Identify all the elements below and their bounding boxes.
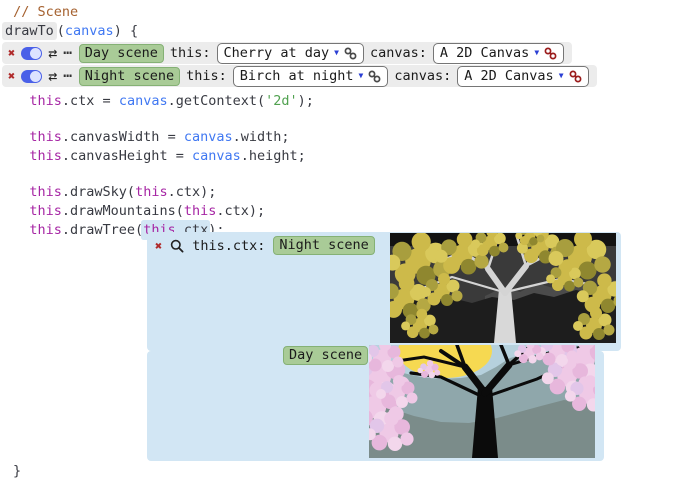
this-binding-dropdown[interactable]: Birch at night ▼: [233, 66, 389, 87]
remove-example-icon[interactable]: ✖: [8, 47, 15, 59]
code-token: canvas: [192, 148, 241, 164]
code-blank-line: [5, 166, 314, 183]
toggle-knob: [30, 48, 41, 59]
code-token: .getContext(: [168, 93, 266, 109]
probe-expression: this.ctx:: [192, 238, 265, 254]
dropdown-value: A 2D Canvas: [464, 68, 553, 84]
probe-result-badge-night[interactable]: Night scene: [273, 236, 374, 255]
probe-result-badge-day[interactable]: Day scene: [283, 346, 368, 365]
code-token: this: [184, 203, 217, 219]
code-block-top: // Scene drawTo(canvas) {: [5, 3, 138, 41]
canvas-binding-dropdown[interactable]: A 2D Canvas ▼: [433, 43, 564, 64]
this-label: this:: [170, 45, 211, 61]
canvas-label: canvas:: [394, 68, 451, 84]
remove-example-icon[interactable]: ✖: [8, 70, 15, 82]
link-icon: [344, 47, 357, 60]
code-token: [5, 148, 29, 164]
code-token: this: [29, 93, 62, 109]
code-token: drawTo: [2, 22, 57, 40]
chevron-down-icon: ▼: [334, 49, 339, 57]
swap-arrows-icon[interactable]: ⇄: [48, 46, 57, 61]
code-token: // Scene: [5, 4, 78, 20]
link-icon: [544, 47, 557, 60]
night-scene-canvas: [390, 233, 616, 343]
link-icon: [368, 70, 381, 83]
code-token: this: [29, 203, 62, 219]
code-token: .ctx);: [216, 203, 265, 219]
dropdown-value: Cherry at day: [224, 45, 330, 61]
code-token: this: [29, 184, 62, 200]
example-name-badge[interactable]: Night scene: [79, 67, 180, 86]
code-token: this: [29, 222, 62, 238]
code-line: drawTo(canvas) {: [5, 22, 138, 41]
code-line: this.drawMountains(this.ctx);: [5, 202, 314, 221]
code-token: .ctx =: [62, 93, 119, 109]
code-token: [5, 222, 29, 238]
code-token: this: [29, 129, 62, 145]
probe-panel-day: Day scene: [147, 351, 604, 461]
swap-arrows-icon[interactable]: ⇄: [48, 69, 57, 84]
link-icon: [569, 70, 582, 83]
code-token: [5, 93, 29, 109]
day-scene-canvas: [369, 345, 595, 458]
code-token: );: [298, 93, 314, 109]
this-label: this:: [186, 68, 227, 84]
chevron-down-icon: ▼: [359, 72, 364, 80]
code-token: .drawSky(: [62, 184, 135, 200]
toggle-example-switch[interactable]: [21, 47, 42, 60]
code-block-body: this.ctx = canvas.getContext('2d'); this…: [5, 92, 314, 240]
this-binding-dropdown[interactable]: Cherry at day ▼: [217, 43, 365, 64]
chevron-down-icon: ▼: [534, 49, 539, 57]
example-name-badge[interactable]: Day scene: [79, 44, 164, 63]
dropdown-value: Birch at night: [240, 68, 354, 84]
code-token: canvas: [184, 129, 233, 145]
code-token: .drawTree(: [62, 222, 143, 238]
canvas-binding-dropdown[interactable]: A 2D Canvas ▼: [457, 66, 588, 87]
code-token: .width;: [233, 129, 290, 145]
code-token: .canvasWidth =: [62, 129, 184, 145]
code-line: this.canvasHeight = canvas.height;: [5, 147, 314, 166]
code-token: .canvasHeight =: [62, 148, 192, 164]
example-row-day: ✖ ⇄ ⋯ Day scene this: Cherry at day ▼ ca…: [2, 42, 572, 64]
example-row-night: ✖ ⇄ ⋯ Night scene this: Birch at night ▼…: [2, 65, 597, 87]
search-icon[interactable]: [170, 239, 184, 253]
code-token: .drawMountains(: [62, 203, 184, 219]
code-token: '2d': [265, 93, 298, 109]
chevron-down-icon: ▼: [559, 72, 564, 80]
close-probe-icon[interactable]: ✖: [155, 240, 162, 252]
code-token: this: [29, 148, 62, 164]
code-token: (: [57, 23, 65, 39]
probe-panel-night: ✖ this.ctx: Night scene: [147, 232, 621, 351]
more-options-icon[interactable]: ⋯: [63, 46, 72, 60]
toggle-example-switch[interactable]: [21, 70, 42, 83]
code-line: this.ctx = canvas.getContext('2d');: [5, 92, 314, 111]
code-token: this: [135, 184, 168, 200]
more-options-icon[interactable]: ⋯: [63, 69, 72, 83]
code-token: canvas: [65, 23, 114, 39]
canvas-label: canvas:: [370, 45, 427, 61]
code-line: this.drawSky(this.ctx);: [5, 183, 314, 202]
code-token: [5, 129, 29, 145]
code-blank-line: [5, 111, 314, 128]
dropdown-value: A 2D Canvas: [440, 45, 529, 61]
code-token: [5, 184, 29, 200]
code-token: .ctx);: [168, 184, 217, 200]
code-token: [5, 203, 29, 219]
code-token: canvas: [119, 93, 168, 109]
code-line: // Scene: [5, 3, 138, 22]
code-closing-brace: }: [13, 462, 21, 481]
code-token: .height;: [241, 148, 306, 164]
toggle-knob: [30, 71, 41, 82]
code-token: ) {: [114, 23, 138, 39]
editor-page: // ScenedrawTo(canvas) { ✖ ⇄ ⋯ Day scene…: [0, 0, 675, 486]
code-line: this.canvasWidth = canvas.width;: [5, 128, 314, 147]
